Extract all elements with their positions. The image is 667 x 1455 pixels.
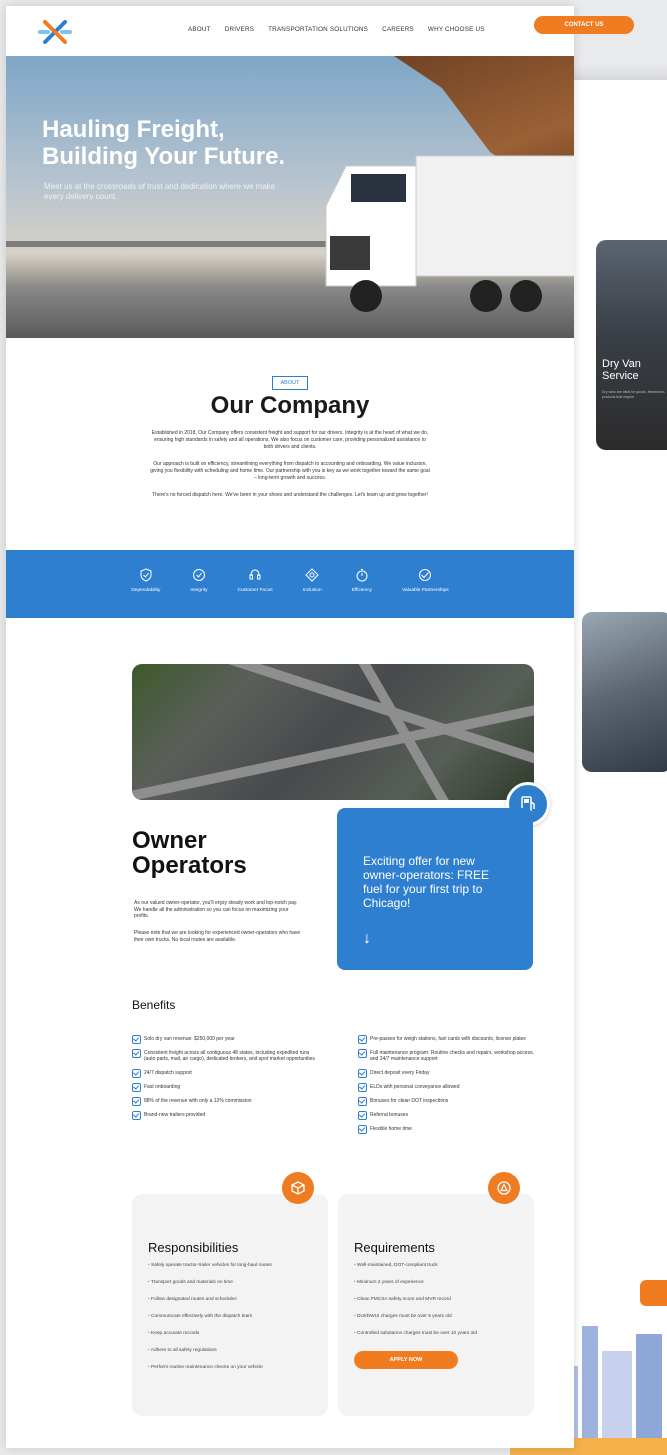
nav-menu: ABOUT DRIVERS TRANSPORTATION SOLUTIONS C…	[188, 26, 485, 33]
box-icon	[282, 1172, 314, 1204]
handshake-icon	[305, 568, 319, 582]
about-tag: ABOUT	[271, 376, 309, 390]
benefit-item: Fast onboarding	[132, 1083, 322, 1092]
benefit-item: Full maintenance program: Routine checks…	[358, 1049, 536, 1062]
hero-title: Hauling Freight, Building Your Future.	[42, 116, 285, 170]
list-item: DUI/DWUI charges must be over 5 years ol…	[354, 1314, 534, 1319]
value-customer-focus: Customer Focus	[238, 568, 273, 618]
list-item: Well-maintained, DOT-compliant truck	[354, 1263, 534, 1268]
company-logo-icon[interactable]	[36, 18, 74, 46]
list-item: Communicate effectively with the dispatc…	[148, 1314, 328, 1319]
benefit-item: Flexible home time	[358, 1125, 536, 1134]
dry-van-text: Dry vans are ideal for goods, electronic…	[602, 390, 666, 399]
list-item: Adhere to all safety regulations	[148, 1348, 328, 1353]
list-item: Clean FMCSA safety score and MVR record	[354, 1297, 534, 1302]
contact-us-button[interactable]: CONTACT US	[534, 16, 634, 34]
about-title: Our Company	[210, 392, 370, 419]
highway-aerial-image	[132, 664, 534, 800]
list-item: Minimum 2 years of experience	[354, 1280, 534, 1285]
responsibilities-list: Safely operate tractor-trailer vehicles …	[148, 1263, 328, 1370]
values-bar: Dependability Integrity Customer Focus I…	[6, 550, 574, 618]
apply-now-button[interactable]: APPLY NOW	[354, 1351, 458, 1369]
hero-banner: Hauling Freight, Building Your Future. Me…	[6, 56, 574, 338]
value-label: Inclusion	[302, 588, 322, 593]
list-item: Follow designated routes and schedules	[148, 1297, 328, 1302]
benefit-item: 24/7 dispatch support	[132, 1069, 322, 1078]
page: Dry Van Service Dry vans are ideal for go…	[0, 0, 667, 1455]
benefit-item: Solo dry van revenue: $250,000 per year	[132, 1035, 322, 1044]
benefit-item: Consistent freight across all contiguous…	[132, 1049, 322, 1062]
benefit-item: Pre-passes for weigh stations, fuel card…	[358, 1035, 536, 1044]
office-image	[582, 612, 667, 772]
nav-careers[interactable]: CAREERS	[382, 26, 414, 33]
value-dependability: Dependability	[131, 568, 160, 618]
warning-triangle-icon	[488, 1172, 520, 1204]
benefits-title: Benefits	[132, 998, 176, 1012]
dry-van-title: Dry Van Service	[602, 358, 641, 382]
fuel-offer-card[interactable]: Exciting offer for new owner-operators: …	[337, 808, 533, 970]
about-paragraph-1: Established in 2018, Our Company offers …	[151, 430, 429, 450]
hero-subtitle: Meet us at the crossroads of trust and d…	[44, 182, 276, 201]
dry-van-image	[596, 240, 667, 450]
nav-why-choose-us[interactable]: WHY CHOOSE US	[428, 26, 485, 33]
owner-operators-title: Owner Operators	[132, 828, 247, 878]
about-section: ABOUT Our Company Established in 2018, O…	[6, 338, 574, 550]
benefits-list-left: Solo dry van revenue: $250,000 per year …	[132, 1035, 322, 1126]
list-item: Perform routine maintenance checks on yo…	[148, 1365, 328, 1370]
value-label: Customer Focus	[237, 588, 273, 593]
benefit-item: 88% of the revenue with only a 12% commi…	[132, 1097, 322, 1106]
requirements-title: Requirements	[354, 1240, 435, 1255]
hero-title-line1: Hauling Freight,	[42, 116, 225, 143]
benefit-item: Referral bonuses	[358, 1111, 536, 1120]
list-item: Safely operate tractor-trailer vehicles …	[148, 1263, 328, 1268]
nav-about[interactable]: ABOUT	[188, 26, 211, 33]
dry-van-title-line1: Dry Van	[602, 358, 641, 370]
value-label: Efficiency	[351, 588, 373, 593]
value-inclusion: Inclusion	[303, 568, 322, 618]
list-item: Keep accurate records	[148, 1331, 328, 1336]
value-label: Dependability	[131, 588, 161, 593]
benefit-item: Direct deposit every Friday	[358, 1069, 536, 1078]
nav-transportation-solutions[interactable]: TRANSPORTATION SOLUTIONS	[268, 26, 368, 33]
value-efficiency: Efficiency	[352, 568, 372, 618]
truck-illustration	[325, 155, 574, 312]
list-item: Controlled substance charges must be ove…	[354, 1331, 534, 1336]
benefits-list-right: Pre-passes for weigh stations, fuel card…	[358, 1035, 536, 1140]
about-paragraph-2: Our approach is built on efficiency, str…	[150, 461, 430, 481]
owner-paragraph-1: As our valued owner-operator, you'll enj…	[134, 900, 298, 919]
owner-paragraph-2: Please note that we are looking for expe…	[134, 930, 301, 943]
value-partnerships: Valuable Partnerships	[402, 568, 449, 618]
stopwatch-icon	[356, 569, 368, 582]
owner-title-line1: Owner	[132, 827, 207, 854]
benefit-item: Brand-new trailers provided	[132, 1111, 322, 1120]
nav-drivers[interactable]: DRIVERS	[225, 26, 254, 33]
value-integrity: Integrity	[190, 568, 208, 618]
owner-title-line2: Operators	[132, 852, 247, 879]
about-paragraph-3: There's no forced dispatch here. We've b…	[152, 492, 428, 498]
headset-icon	[249, 569, 261, 580]
benefit-item: ELDs with personal conveyance allowed	[358, 1083, 536, 1092]
badge-check-icon	[192, 569, 205, 581]
responsibilities-card: Responsibilities Safely operate tractor-…	[132, 1172, 328, 1416]
top-nav: ABOUT DRIVERS TRANSPORTATION SOLUTIONS C…	[6, 6, 574, 56]
list-item: Transport goods and materials on time	[148, 1280, 328, 1285]
arrow-down-icon: ↓	[363, 930, 371, 947]
requirements-card: Requirements Well-maintained, DOT-compli…	[338, 1172, 534, 1416]
responsibilities-title: Responsibilities	[148, 1240, 239, 1255]
value-label: Valuable Partnerships	[402, 588, 449, 593]
offer-text: Exciting offer for new owner-operators: …	[363, 854, 490, 910]
value-label: Integrity	[190, 588, 208, 593]
partnership-icon	[419, 569, 432, 581]
hero-title-line2: Building Your Future.	[42, 143, 286, 170]
dry-van-title-line2: Service	[602, 370, 639, 382]
shield-check-icon	[140, 568, 152, 582]
requirements-list: Well-maintained, DOT-compliant truck Min…	[354, 1263, 534, 1336]
benefit-item: Bonuses for clean DOT inspections	[358, 1097, 536, 1106]
